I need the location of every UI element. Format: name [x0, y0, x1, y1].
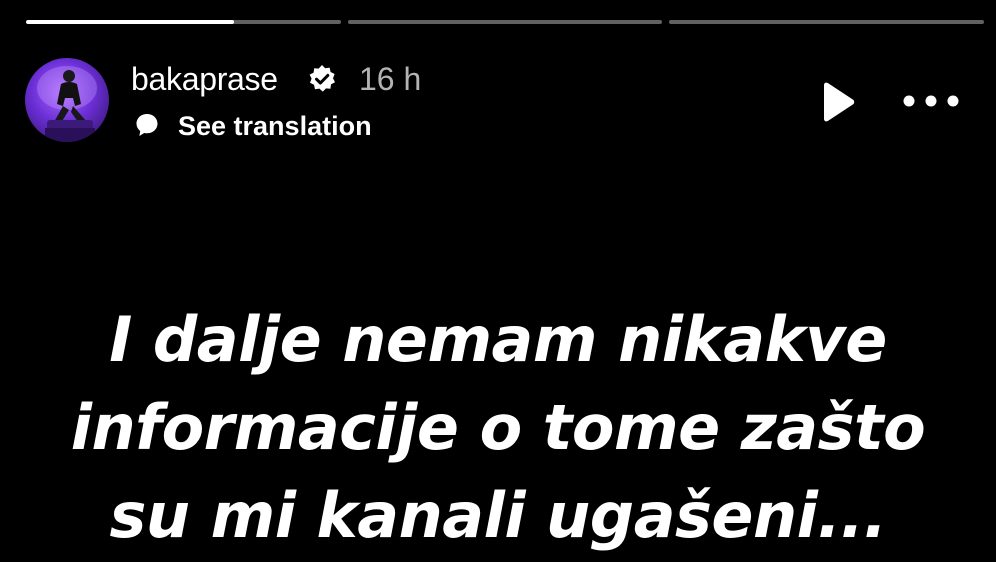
play-icon[interactable] — [812, 78, 860, 126]
post-time: 16 h — [359, 61, 422, 97]
progress-segment — [347, 20, 663, 24]
story-progress-bar — [26, 20, 985, 26]
more-options-icon[interactable] — [900, 82, 962, 120]
progress-fill — [26, 20, 234, 24]
speech-bubble-icon — [136, 114, 158, 136]
avatar[interactable] — [25, 58, 109, 142]
avatar-image — [37, 66, 97, 142]
story-text-line: I dalje nemam nikakve — [109, 303, 887, 376]
username[interactable]: bakaprase — [131, 59, 278, 99]
progress-segment — [26, 20, 341, 24]
progress-segment — [669, 20, 985, 24]
story-viewer: bakaprase 16 h See translation I dalje n… — [0, 0, 996, 562]
see-translation-link[interactable]: See translation — [178, 108, 372, 144]
story-text: I dalje nemam nikakve informacije o tome… — [0, 296, 996, 560]
verified-badge-icon — [309, 65, 335, 92]
story-text-line: informacije o tome zašto — [70, 391, 926, 464]
story-text-line: su mi kanali ugašeni... — [109, 479, 887, 552]
